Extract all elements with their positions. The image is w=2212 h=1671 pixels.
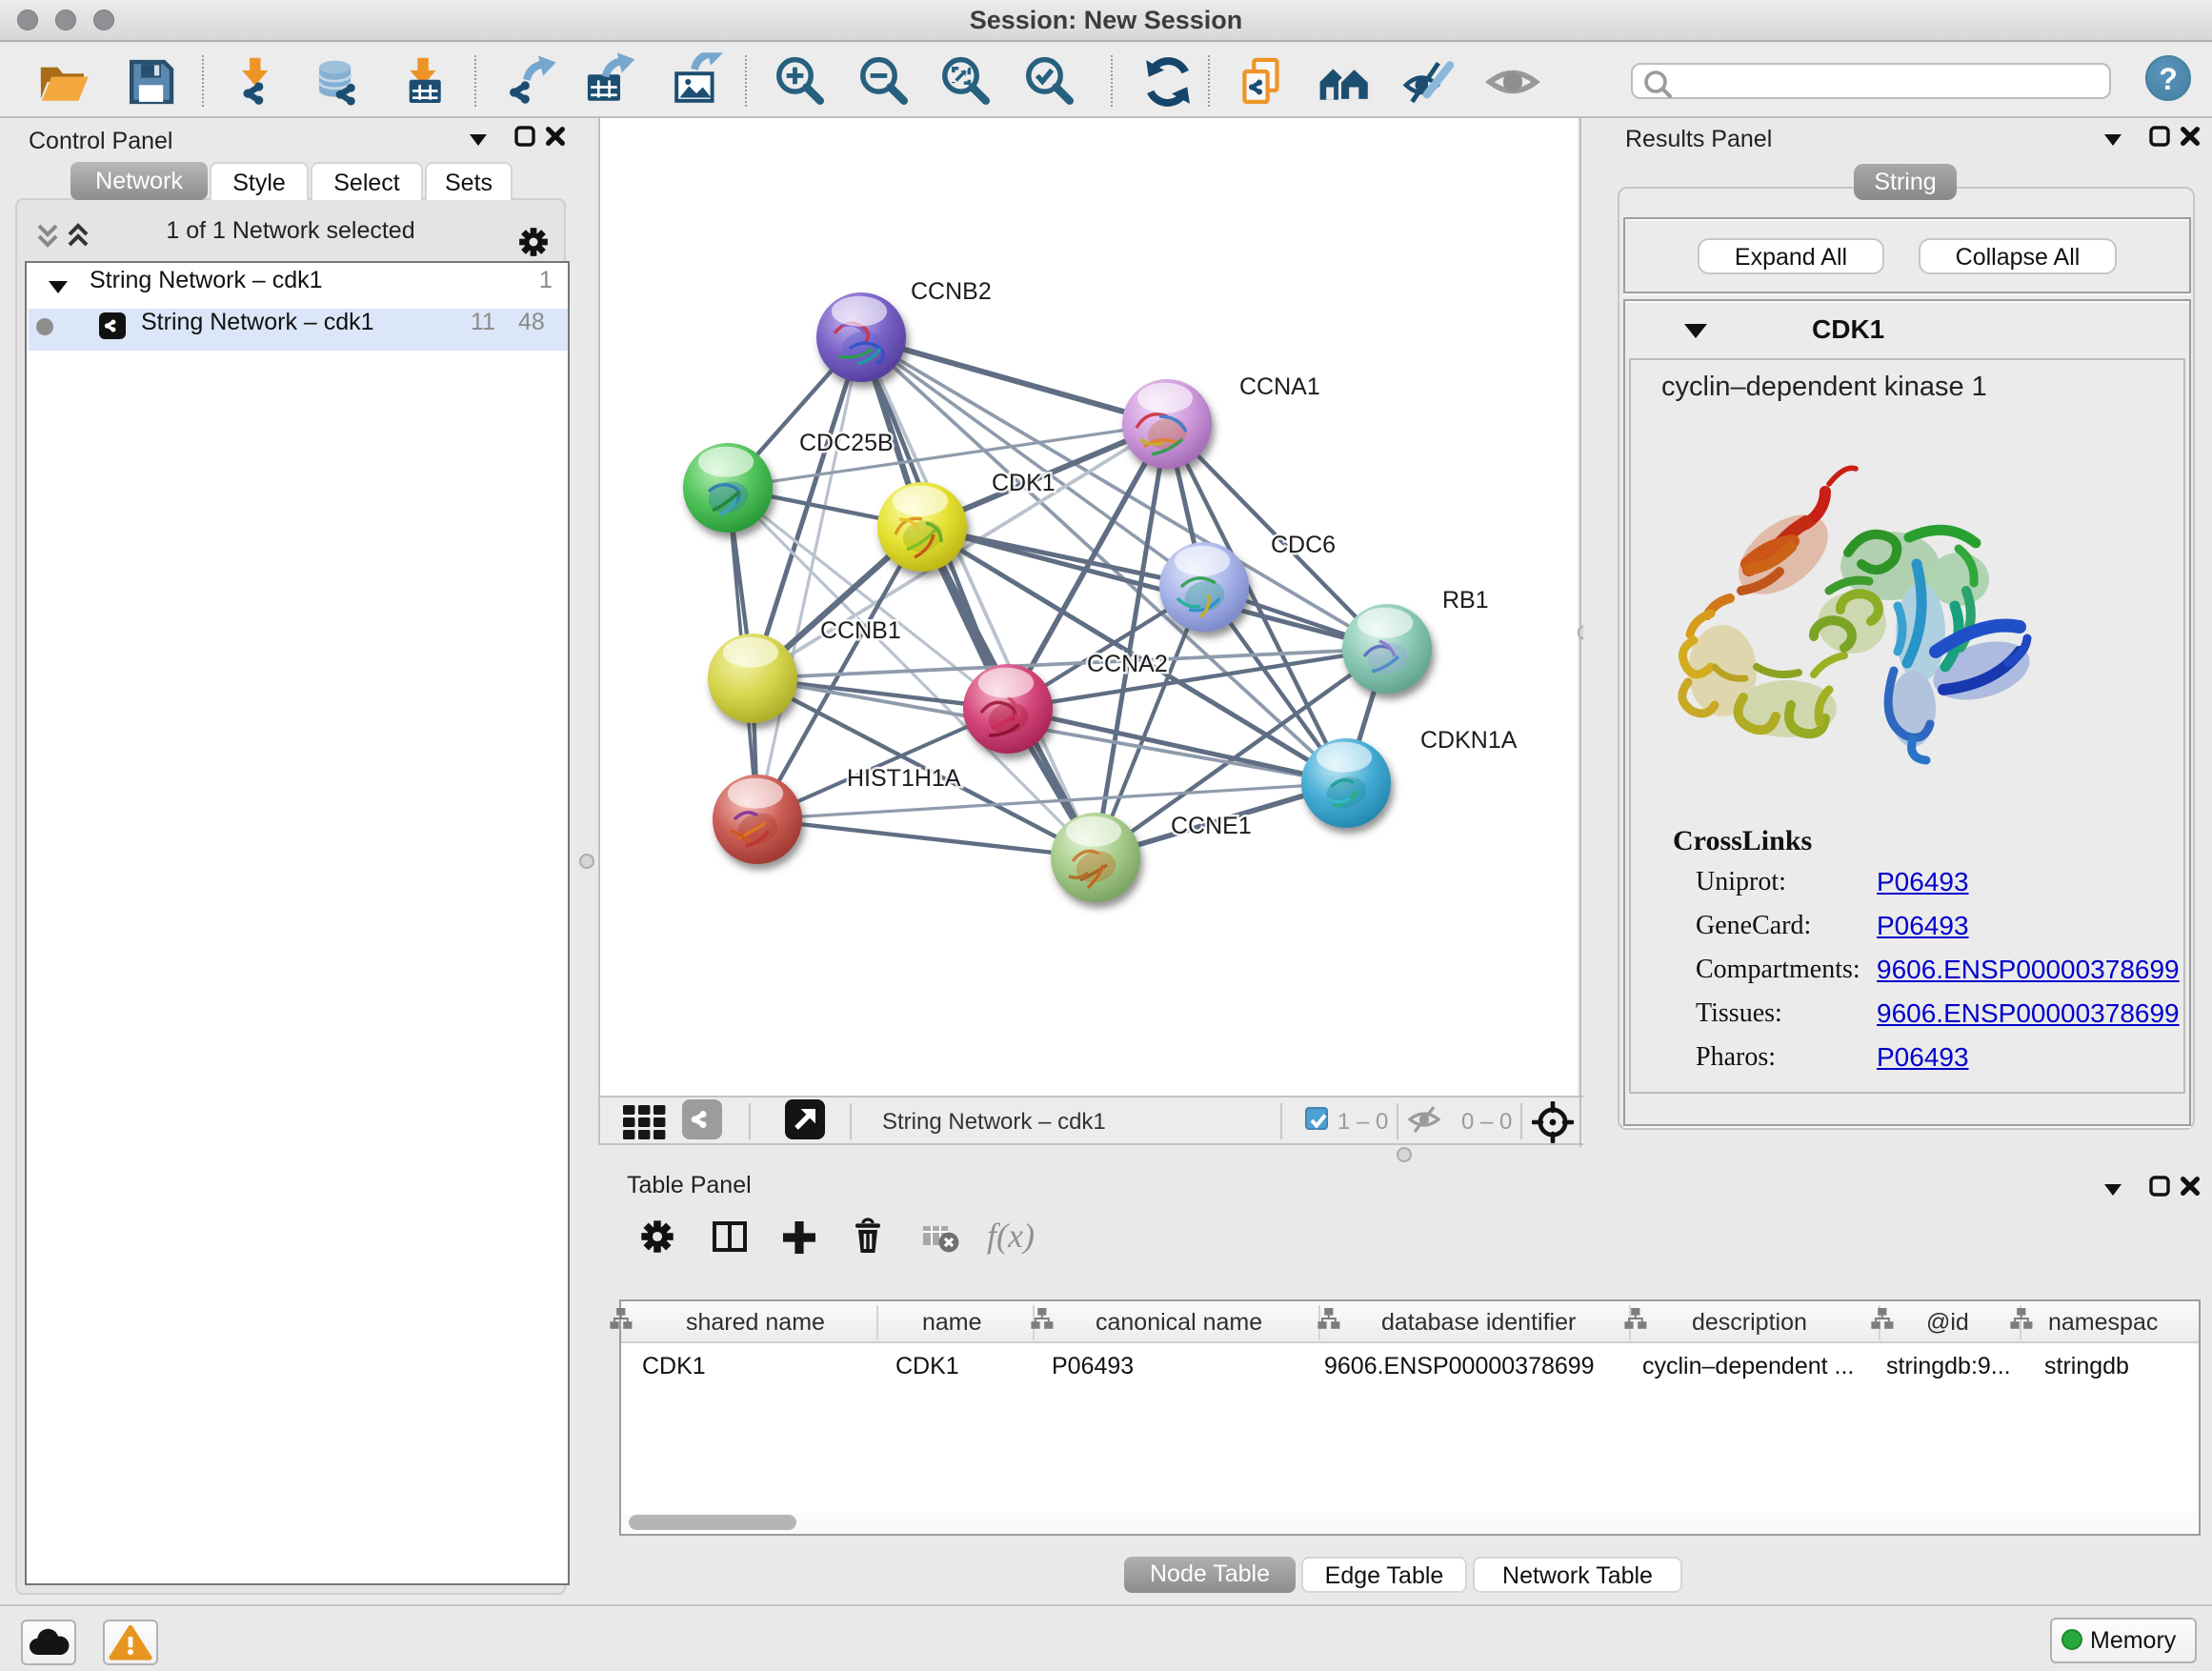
svg-text:CCNA1: CCNA1 [1239, 373, 1320, 400]
svg-text:CCNE1: CCNE1 [1171, 813, 1252, 839]
svg-text:CCNB1: CCNB1 [820, 617, 901, 644]
svg-text:CDKN1A: CDKN1A [1420, 727, 1518, 754]
svg-text:RB1: RB1 [1442, 587, 1489, 614]
svg-text:CDC25B: CDC25B [799, 430, 894, 456]
svg-text:HIST1H1A: HIST1H1A [847, 765, 961, 792]
svg-text:CCNB2: CCNB2 [911, 278, 992, 305]
svg-text:CDC6: CDC6 [1271, 532, 1336, 558]
svg-text:CDK1: CDK1 [992, 470, 1056, 496]
svg-text:CCNA2: CCNA2 [1087, 651, 1168, 677]
